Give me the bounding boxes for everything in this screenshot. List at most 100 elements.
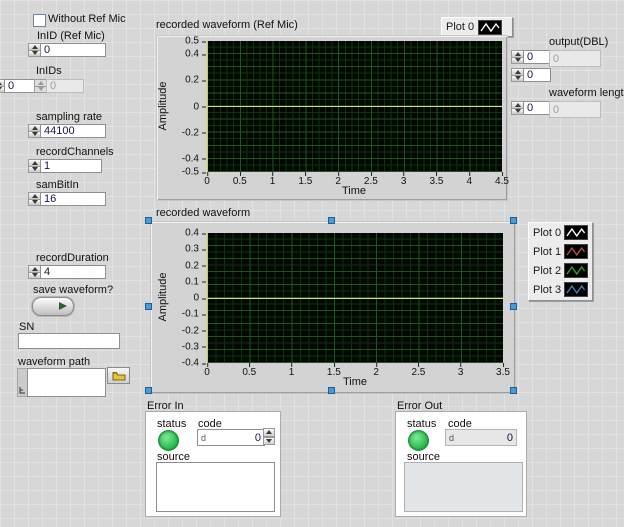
- record-channels-control: 1: [28, 159, 102, 173]
- sn-field[interactable]: [18, 333, 120, 349]
- plot-line-icon[interactable]: [564, 263, 588, 278]
- sam-bit-in-label: samBitIn: [36, 179, 79, 191]
- graph2-xlabel: Time: [335, 376, 375, 388]
- increment-decrement-icon[interactable]: [511, 68, 523, 82]
- graph2-yticks: 0.40.30.20.10-0.1-0.2-0.3-0.4: [168, 233, 206, 363]
- sn-label: SN: [19, 321, 34, 333]
- tick-label: 3.5: [496, 363, 510, 378]
- sam-bit-in-field[interactable]: 16: [40, 192, 106, 206]
- tick-label: 4: [466, 172, 472, 187]
- without-ref-mic-label: Without Ref Mic: [48, 13, 126, 25]
- selection-handle[interactable]: [145, 217, 152, 224]
- error-in-code-value: 0: [255, 432, 261, 444]
- waveform-length-field[interactable]: 0: [523, 101, 551, 115]
- graph1-title: recorded waveform (Ref Mic): [156, 19, 298, 31]
- legend-plot-label: Plot 0: [446, 21, 478, 33]
- inids-control: 0: [34, 79, 84, 93]
- waveform-path-field[interactable]: [27, 368, 106, 397]
- error-in-status-led[interactable]: [158, 430, 179, 451]
- error-out-status-label: status: [407, 418, 436, 430]
- tick-label: 3: [458, 363, 464, 378]
- graph1-plot-area[interactable]: [207, 41, 502, 172]
- output-dbl-field1[interactable]: 0: [523, 50, 551, 64]
- selection-handle[interactable]: [510, 217, 517, 224]
- increment-decrement-icon[interactable]: [28, 192, 40, 206]
- graph1-xlabel: Time: [334, 185, 374, 197]
- graph2-title: recorded waveform: [156, 207, 250, 219]
- increment-decrement-icon[interactable]: [511, 50, 523, 64]
- sampling-rate-label: sampling rate: [36, 111, 102, 123]
- tick-label: 0: [204, 172, 210, 187]
- error-out-source-field: [404, 462, 523, 512]
- folder-icon: [112, 371, 126, 381]
- tick-label: 3.5: [429, 172, 443, 187]
- error-in-code-field[interactable]: d 0: [197, 429, 265, 446]
- tick-label: 0.1: [185, 276, 206, 287]
- tick-label: 0.4: [185, 49, 206, 60]
- increment-decrement-icon[interactable]: [28, 43, 40, 57]
- record-channels-label: recordChannels: [36, 146, 114, 158]
- tick-label: 0: [193, 293, 206, 304]
- tick-label: 0: [204, 363, 210, 378]
- tick-label: 0.5: [233, 172, 247, 187]
- tick-label: 1.5: [298, 172, 312, 187]
- increment-decrement-icon[interactable]: [28, 124, 40, 138]
- output-dbl-indicator1: 0: [549, 50, 601, 67]
- waveform-length-indicator: 0: [549, 101, 601, 118]
- legend-item[interactable]: Plot 3: [529, 280, 592, 299]
- tick-label: -0.5: [182, 167, 206, 178]
- green-arrow-icon: [59, 302, 67, 310]
- tick-label: -0.3: [182, 341, 206, 352]
- step-up-icon[interactable]: [263, 428, 275, 437]
- graph2-plot-area[interactable]: [207, 233, 503, 363]
- legend-item[interactable]: Plot 0: [529, 223, 592, 242]
- selection-handle[interactable]: [510, 387, 517, 394]
- tick-label: -0.1: [182, 309, 206, 320]
- radix-indicator[interactable]: d: [201, 433, 206, 443]
- error-in-source-field[interactable]: [156, 462, 275, 512]
- plot-line-icon[interactable]: [564, 282, 588, 297]
- record-channels-field[interactable]: 1: [40, 159, 102, 173]
- error-out-code-value: 0: [507, 432, 513, 444]
- tick-label: 2.5: [411, 363, 425, 378]
- legend-item[interactable]: Plot 2: [529, 261, 592, 280]
- tick-label: 0.2: [185, 75, 206, 86]
- inid-ref-mic-field[interactable]: 0: [40, 43, 106, 57]
- error-in-code-stepper[interactable]: [263, 428, 275, 445]
- increment-decrement-icon[interactable]: [28, 159, 40, 173]
- tick-label: 0.3: [185, 244, 206, 255]
- increment-decrement-icon[interactable]: [28, 265, 40, 279]
- step-down-icon[interactable]: [263, 437, 275, 446]
- selection-handle[interactable]: [328, 217, 335, 224]
- plot-line-icon[interactable]: [564, 225, 588, 240]
- output-dbl-label: output(DBL): [549, 36, 608, 48]
- selection-handle[interactable]: [145, 303, 152, 310]
- selection-handle[interactable]: [510, 303, 517, 310]
- waveform-length-label: waveform length: [549, 87, 624, 99]
- plot-line-icon[interactable]: [564, 244, 588, 259]
- selection-handle[interactable]: [328, 387, 335, 394]
- inid-ref-mic-control: 0: [28, 43, 106, 57]
- selection-handle[interactable]: [145, 387, 152, 394]
- inids-field: 0: [46, 79, 84, 93]
- edge-numeric-field[interactable]: 0: [4, 79, 36, 93]
- error-out-code-field: d 0: [445, 429, 517, 446]
- output-dbl-field2[interactable]: 0: [523, 68, 551, 82]
- plot-line-icon[interactable]: [478, 20, 502, 35]
- inid-ref-mic-label: InID (Ref Mic): [37, 30, 105, 42]
- save-waveform-button[interactable]: [32, 297, 74, 316]
- edge-numeric-control: 0: [0, 79, 36, 93]
- graph2-legend: Plot 0 Plot 1 Plot 2 Plot 3: [528, 222, 593, 301]
- legend-item[interactable]: Plot 0: [442, 18, 512, 36]
- browse-button[interactable]: [107, 367, 130, 384]
- increment-decrement-icon: [34, 79, 46, 93]
- sam-bit-in-control: 16: [28, 192, 106, 206]
- legend-item[interactable]: Plot 1: [529, 242, 592, 261]
- increment-decrement-icon[interactable]: [511, 101, 523, 115]
- graph2-waveform-line: [207, 298, 503, 299]
- graph1-legend: Plot 0: [441, 17, 513, 37]
- save-waveform-label: save waveform?: [33, 284, 113, 296]
- sampling-rate-field[interactable]: 44100: [40, 124, 106, 138]
- record-duration-field[interactable]: 4: [40, 265, 106, 279]
- without-ref-mic-checkbox[interactable]: [33, 14, 46, 27]
